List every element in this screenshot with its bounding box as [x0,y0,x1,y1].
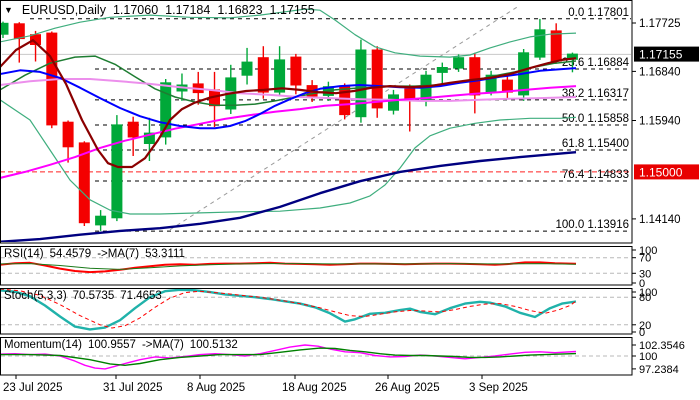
momentum-ma-name: ->MA(7) [141,339,184,351]
symbol-period-label: EURUSD,Daily [21,3,106,17]
rsi-value: 54.4579 [49,248,92,260]
price-tick-label: 1.14140 [639,214,681,226]
symbol-dropdown-icon[interactable]: ▼ [4,5,13,15]
rsi-ma-value: 53.3111 [145,248,185,260]
candle-33 [534,18,546,60]
low-value: 1.16823 [217,3,263,17]
candle-31 [501,76,513,99]
price-chart-area[interactable]: 0.0 1.1780123.6 1.1688438.2 1.1631750.0 … [0,4,632,242]
time-tick-label: 26 Aug 2025 [375,382,440,394]
time-tick-label: 8 Aug 2025 [187,382,245,394]
stoch-d-value: 71.4653 [120,290,162,302]
fib-label-50.0: 50.0 1.15858 [562,113,629,125]
fib-label-76.4: 76.4 1.14833 [562,169,629,181]
stoch-k-value: 70.5735 [72,290,115,302]
momentum-axis-label: 100 [639,351,657,363]
rsi-panel-label: RSI(14) 54.4579 ->MA(7) 53.3111 [4,248,185,260]
candle-15 [241,47,253,85]
candle-14 [225,64,237,114]
stoch-panel-label: Stoch(5,3,3) 70.5735 71.4653 [4,290,162,302]
rsi-ma-name: ->MA(7) [97,248,140,260]
candle-13 [209,71,220,128]
open-value: 1.17060 [112,3,159,17]
time-tick-label: 31 Jul 2025 [103,382,162,394]
price-axis[interactable]: 1.17725 1.16840 1.15940 1.14140 1.17155 1.150… [632,18,699,226]
candle-34 [550,23,562,64]
candle-1 [13,22,25,63]
candle-6 [95,210,107,231]
candle-0 [1,21,9,38]
momentum-indicator-name: Momentum(14) [4,339,82,351]
price-marker-label: 1.15000 [639,165,683,179]
candle-27 [436,62,448,86]
candle-9 [143,117,155,161]
ohlc-header: ▼ EURUSD,Daily 1.17060 1.17184 1.16823 1… [4,3,315,17]
candle-29 [469,52,481,114]
time-tick-label: 23 Jul 2025 [3,382,62,394]
price-tick-label: 1.16840 [639,66,681,78]
candle-24 [388,89,399,115]
rsi-indicator-name: RSI(14) [4,248,44,260]
momentum-axis-label: 97.2384 [639,364,679,376]
price-tick-label: 1.15940 [639,116,681,128]
rsi-axis-label: 70 [639,253,651,265]
fib-label-0.0: 0.0 1.17801 [568,7,629,19]
stoch-axis-label: 0 [639,327,645,339]
time-tick-label: 18 Aug 2025 [282,382,347,394]
price-tick-label: 1.17725 [639,18,681,30]
time-axis[interactable]: 23 Jul 2025 31 Jul 2025 8 Aug 2025 18 Aug 2… [3,375,528,394]
momentum-ma-value: 100.5132 [189,339,238,351]
momentum-panel-label: Momentum(14) 100.9557 ->MA(7) 100.5132 [4,339,238,351]
close-value: 1.17155 [269,3,315,17]
trading-chart-window: 0.0 1.17801 23.6 1.16884 38.2 1.16317 50.0 … [0,0,700,400]
candle-23 [371,46,383,118]
fib-label-100.0: 100.0 1.13916 [555,219,629,231]
candle-4 [62,120,74,163]
momentum-value: 100.9557 [87,339,136,351]
stoch-axis-label: 80 [639,292,651,304]
time-tick-label: 3 Sep 2025 [469,382,528,394]
price-marker-label: 1.17155 [639,48,683,62]
fib-label-61.8: 61.8 1.15400 [562,138,629,150]
stoch-indicator-name: Stoch(5,3,3) [4,290,67,302]
candle-22 [355,39,367,123]
candle-25 [404,84,416,132]
high-value: 1.17184 [165,3,211,17]
